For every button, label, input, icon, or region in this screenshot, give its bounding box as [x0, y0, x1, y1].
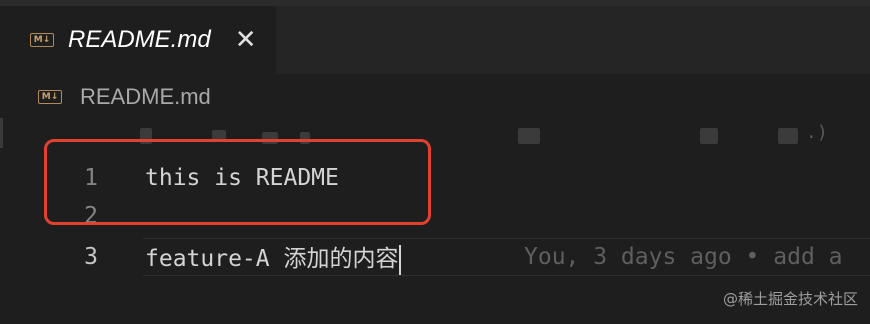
markdown-icon: M↓ — [30, 33, 54, 47]
tab-bar: M↓ README.md ✕ — [0, 6, 870, 74]
line-text-current[interactable]: feature-A 添加的内容 — [145, 239, 402, 275]
scroll-indicator — [0, 118, 3, 148]
blame-header-tail: .) — [806, 122, 828, 143]
breadcrumb[interactable]: M↓ README.md — [38, 82, 211, 112]
line-number: 3 — [84, 244, 98, 270]
tab-readme[interactable]: M↓ README.md ✕ — [0, 6, 276, 74]
blurred-blame-fragment — [518, 128, 540, 144]
line-text[interactable]: feature-A 添加的内容 — [145, 246, 398, 272]
tab-title[interactable]: README.md — [68, 26, 211, 54]
annotation-highlight-box — [44, 139, 431, 225]
markdown-icon: M↓ — [38, 90, 62, 104]
git-blame-annotation: You, 3 days ago • add a — [524, 244, 843, 270]
close-icon[interactable]: ✕ — [235, 27, 257, 53]
code-line-current[interactable]: 3 feature-A 添加的内容 You, 3 days ago • add … — [0, 237, 870, 277]
watermark: @稀土掘金技术社区 — [722, 290, 858, 308]
blurred-blame-fragment — [700, 128, 718, 144]
text-cursor — [399, 244, 402, 275]
editor-window: M↓ README.md ✕ M↓ README.md .) 1 this is… — [0, 0, 870, 324]
breadcrumb-file[interactable]: README.md — [80, 84, 211, 110]
blurred-blame-fragment — [778, 128, 798, 144]
